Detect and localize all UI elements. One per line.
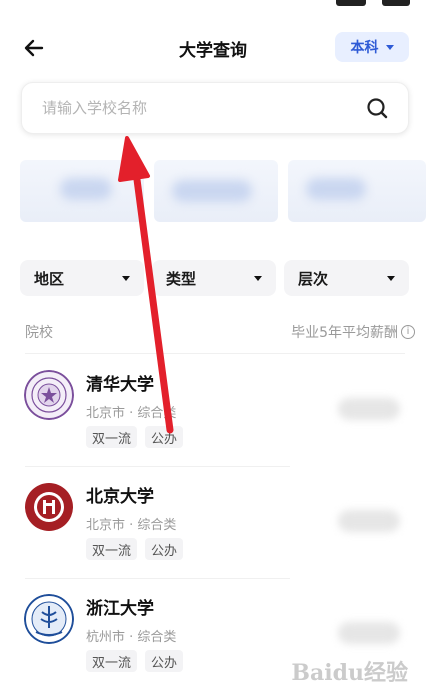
- filter-type[interactable]: 类型: [152, 260, 276, 296]
- search-input[interactable]: [42, 83, 352, 133]
- filter-bar: 地区 类型 层次: [20, 260, 409, 296]
- filter-region[interactable]: 地区: [20, 260, 144, 296]
- filter-label: 地区: [34, 269, 65, 288]
- list-header: 院校 毕业5年平均薪酬 i: [25, 322, 415, 342]
- banner-card[interactable]: [20, 160, 144, 222]
- column-salary-label: 毕业5年平均薪酬: [291, 325, 398, 341]
- header: 大学查询 本科: [0, 28, 426, 68]
- filter-level[interactable]: 层次: [284, 260, 409, 296]
- salary-blurred: [338, 510, 400, 532]
- blurred-banner[interactable]: [20, 160, 426, 222]
- caret-down-icon: [385, 44, 394, 50]
- pku-logo-icon: [24, 482, 74, 532]
- list-item-university[interactable]: 清华大学 北京市 · 综合类 双一流 公办: [0, 370, 426, 480]
- university-tags: 双一流 公办: [86, 650, 184, 672]
- tag: 双一流: [86, 426, 138, 448]
- status-bar: [0, 0, 426, 14]
- info-icon[interactable]: i: [401, 325, 415, 339]
- salary-blurred: [338, 622, 400, 644]
- column-salary: 毕业5年平均薪酬 i: [291, 322, 415, 342]
- caret-down-icon: [387, 275, 395, 281]
- battery-icon: [382, 0, 410, 6]
- university-tags: 双一流 公办: [86, 426, 184, 448]
- university-name: 清华大学: [86, 375, 154, 395]
- tag: 公办: [145, 426, 184, 448]
- filter-label: 类型: [166, 269, 197, 288]
- search-box: [21, 82, 409, 134]
- divider: [25, 578, 290, 579]
- banner-card[interactable]: [154, 160, 278, 222]
- tag: 公办: [145, 538, 184, 560]
- tag: 公办: [145, 650, 184, 672]
- university-name: 北京大学: [86, 487, 154, 507]
- university-meta: 北京市 · 综合类: [86, 406, 177, 421]
- level-select[interactable]: 本科: [335, 32, 409, 62]
- signal-icon: [336, 0, 366, 6]
- caret-down-icon: [122, 275, 130, 281]
- watermark: Baidu经验: [291, 660, 408, 686]
- tag: 双一流: [86, 538, 138, 560]
- list-item-university[interactable]: 北京大学 北京市 · 综合类 双一流 公办: [0, 482, 426, 592]
- banner-card[interactable]: [288, 160, 426, 222]
- zju-logo-icon: [24, 594, 74, 644]
- university-name: 浙江大学: [86, 599, 154, 619]
- divider: [25, 466, 290, 467]
- tsinghua-logo-icon: [24, 370, 74, 420]
- university-meta: 北京市 · 综合类: [86, 518, 177, 533]
- university-tags: 双一流 公办: [86, 538, 184, 560]
- tag: 双一流: [86, 650, 138, 672]
- caret-down-icon: [254, 275, 262, 281]
- filter-label: 层次: [298, 269, 329, 288]
- salary-blurred: [338, 398, 400, 420]
- university-meta: 杭州市 · 综合类: [86, 630, 177, 645]
- level-select-label: 本科: [350, 40, 379, 56]
- column-school: 院校: [25, 325, 53, 341]
- search-icon[interactable]: [366, 97, 388, 119]
- divider: [25, 353, 405, 354]
